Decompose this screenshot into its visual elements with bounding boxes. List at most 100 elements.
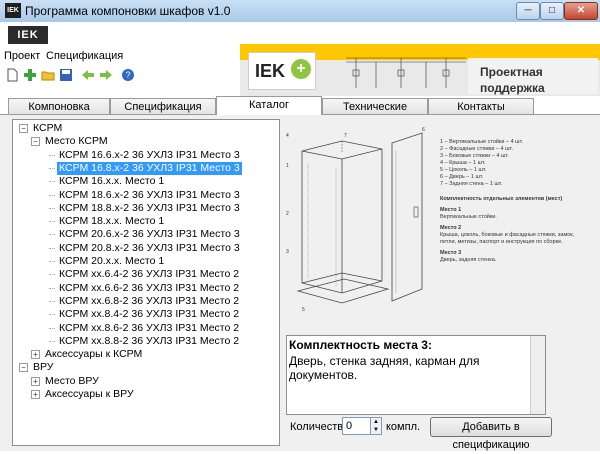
quantity-input[interactable]: 0	[342, 417, 371, 435]
menu-specification[interactable]: Спецификация	[46, 50, 123, 62]
tree-item[interactable]: КСРМ хх.8.8-2 36 УХЛ3 IP31 Место 2	[13, 335, 279, 348]
tree-connector	[49, 314, 55, 316]
menu-project[interactable]: Проект	[4, 50, 40, 62]
callout-label: 4	[286, 133, 289, 139]
new-icon[interactable]	[4, 68, 20, 84]
tree-item[interactable]: КСРМ 18.6.х-2 36 УХЛ3 IP31 Место 3	[13, 189, 279, 202]
tree-item[interactable]: − КСРМ	[13, 122, 279, 135]
scheme-illustration	[346, 57, 466, 88]
expand-icon[interactable]: +	[31, 390, 40, 399]
spin-down-icon[interactable]: ▼	[371, 426, 381, 434]
banner-logo: IEK +	[248, 52, 316, 90]
tab-contacts[interactable]: Контакты	[428, 98, 534, 115]
legend-heading: Комплектность отдельных элементов (мест)	[440, 196, 563, 202]
tree-item[interactable]: КСРМ хх.6.6-2 36 УХЛ3 IP31 Место 2	[13, 282, 279, 295]
tree-item[interactable]: + Аксессуары к КСРМ	[13, 348, 279, 361]
maximize-button[interactable]: □	[540, 2, 564, 20]
minimize-button[interactable]: ─	[516, 2, 540, 20]
add-to-specification-button[interactable]: Добавить в спецификацию	[430, 417, 552, 451]
callout-label: 5	[302, 307, 305, 313]
tree-item-label: КСРМ 18.х.х. Место 1	[59, 215, 165, 228]
tree-item[interactable]: КСРМ хх.6.8-2 36 УХЛ3 IP31 Место 2	[13, 295, 279, 308]
info-scrollbar[interactable]	[530, 336, 545, 414]
quantity-unit: компл.	[386, 421, 421, 433]
tree-item[interactable]: КСРМ 16.х.х. Место 1	[13, 175, 279, 188]
save-icon[interactable]	[58, 68, 74, 84]
legend-place3-title: Место 3	[440, 250, 462, 256]
iek-logo: IEK	[8, 26, 48, 44]
parts-legend: 1 – Вертикальные стойки – 4 шт. 2 – Фаса…	[440, 139, 590, 264]
legend-place2-title: Место 2	[440, 225, 462, 231]
tree-item[interactable]: КСРМ хх.8.4-2 36 УХЛ3 IP31 Место 2	[13, 308, 279, 321]
collapse-icon[interactable]: −	[31, 137, 40, 147]
tree-item-label: КСРМ 20.8.х-2 36 УХЛ3 IP31 Место 3	[59, 241, 240, 254]
tree-connector	[49, 221, 55, 223]
tree-item-label: ВРУ	[33, 361, 54, 374]
info-heading: Комплектность места 3:	[289, 338, 432, 352]
tree-item[interactable]: КСРМ 20.8.х-2 36 УХЛ3 IP31 Место 3	[13, 242, 279, 255]
tab-catalog[interactable]: Каталог	[216, 96, 322, 115]
title-bar: IEK Программа компоновки шкафов v1.0 ─ □…	[0, 0, 600, 23]
legend-item: 6 – Дверь – 1 шт.	[440, 174, 484, 180]
close-button[interactable]: ✕	[564, 2, 598, 20]
tree-connector	[49, 340, 55, 342]
tree-item[interactable]: + Аксессуары к ВРУ	[13, 388, 279, 401]
tree-item[interactable]: КСРМ 20.х.х. Место 1	[13, 255, 279, 268]
tree-item[interactable]: КСРМ 16.6.х-2 36 УХЛ3 IP31 Место 3	[13, 149, 279, 162]
tree-item[interactable]: − Место КСРМ	[13, 135, 279, 148]
legend-item: 3 – Боковые стяжки – 4 шт.	[440, 153, 509, 159]
tagline-line2: поддержка	[480, 81, 545, 95]
spin-up-icon[interactable]: ▲	[371, 418, 381, 426]
open-icon[interactable]	[40, 68, 56, 84]
cabinet-drawing: 4 1 2 3 5 6 7	[286, 127, 425, 313]
tree-connector	[49, 247, 55, 249]
callout-label: 6	[422, 127, 425, 133]
tree-connector	[49, 300, 55, 302]
tree-item-label: КСРМ 16.6.х-2 36 УХЛ3 IP31 Место 3	[59, 148, 240, 161]
tab-technical-materials[interactable]: Технические материалы	[322, 98, 428, 129]
tab-specification[interactable]: Спецификация	[110, 98, 216, 115]
tree-item[interactable]: КСРМ 18.8.х-2 36 УХЛ3 IP31 Место 3	[13, 202, 279, 215]
quantity-stepper[interactable]: ▲ ▼	[370, 417, 382, 435]
catalog-panel: − КСРМ − Место КСРМ КСРМ 16.6.х-2 36 УХЛ3 IP…	[0, 114, 600, 451]
banner-logo-text: IEK	[255, 61, 286, 81]
tree-item[interactable]: КСРМ хх.8.6-2 36 УХЛ3 IP31 Место 2	[13, 322, 279, 335]
legend-item: 1 – Вертикальные стойки – 4 шт.	[440, 139, 524, 145]
tab-bar: Компоновка Спецификация Каталог Техничес…	[0, 96, 600, 129]
expand-icon[interactable]: +	[31, 350, 40, 360]
collapse-icon[interactable]: −	[19, 363, 28, 373]
legend-item: 7 – Задняя стена – 1 шт.	[440, 181, 503, 187]
legend-place2-text: Крыша, цоколь, боковые и фасадные стяжки…	[440, 232, 575, 245]
tree-item[interactable]: КСРМ хх.6.4-2 36 УХЛ3 IP31 Место 2	[13, 268, 279, 281]
tree-connector	[49, 287, 55, 289]
tab-layout[interactable]: Компоновка	[8, 98, 110, 115]
tree-item[interactable]: − ВРУ	[13, 361, 279, 374]
catalog-tree[interactable]: − КСРМ − Место КСРМ КСРМ 16.6.х-2 36 УХЛ3 IP…	[12, 119, 280, 446]
tree-item-label: КСРМ хх.6.6-2 36 УХЛ3 IP31 Место 2	[59, 281, 240, 294]
back-icon[interactable]	[80, 68, 96, 84]
callout-label: 1	[286, 163, 289, 169]
tree-connector	[49, 181, 55, 183]
expand-icon[interactable]: +	[31, 376, 40, 386]
tree-connector	[49, 167, 55, 169]
legend-place1-title: Место 1	[440, 207, 462, 213]
tree-item-label: КСРМ	[33, 122, 63, 134]
tagline-line1: Проектная	[480, 65, 543, 79]
tree-connector	[49, 194, 55, 196]
tree-item[interactable]: КСРМ 18.х.х. Место 1	[13, 215, 279, 228]
collapse-icon[interactable]: −	[19, 124, 28, 133]
banner-tagline: Проектная поддержка	[468, 58, 598, 95]
tree-item[interactable]: КСРМ 20.6.х-2 36 УХЛ3 IP31 Место 3	[13, 228, 279, 241]
tree-item[interactable]: КСРМ 16.8.х-2 36 УХЛ3 IP31 Место 3	[13, 161, 279, 175]
tree-item[interactable]: + Место ВРУ	[13, 375, 279, 388]
help-icon[interactable]: ?	[120, 68, 136, 84]
tree-connector	[49, 261, 55, 262]
tree-connector	[49, 207, 55, 209]
tree-item-label: КСРМ хх.8.6-2 36 УХЛ3 IP31 Место 2	[59, 321, 240, 334]
legend-item: 4 – Крыша – 1 шт.	[440, 160, 486, 166]
tree-item-label: КСРМ 16.х.х. Место 1	[59, 175, 165, 188]
window-title: Программа компоновки шкафов v1.0	[25, 4, 231, 18]
add-icon[interactable]	[22, 68, 38, 84]
tree-item-label: КСРМ хх.6.4-2 36 УХЛ3 IP31 Место 2	[59, 268, 240, 281]
forward-icon[interactable]	[98, 68, 114, 84]
